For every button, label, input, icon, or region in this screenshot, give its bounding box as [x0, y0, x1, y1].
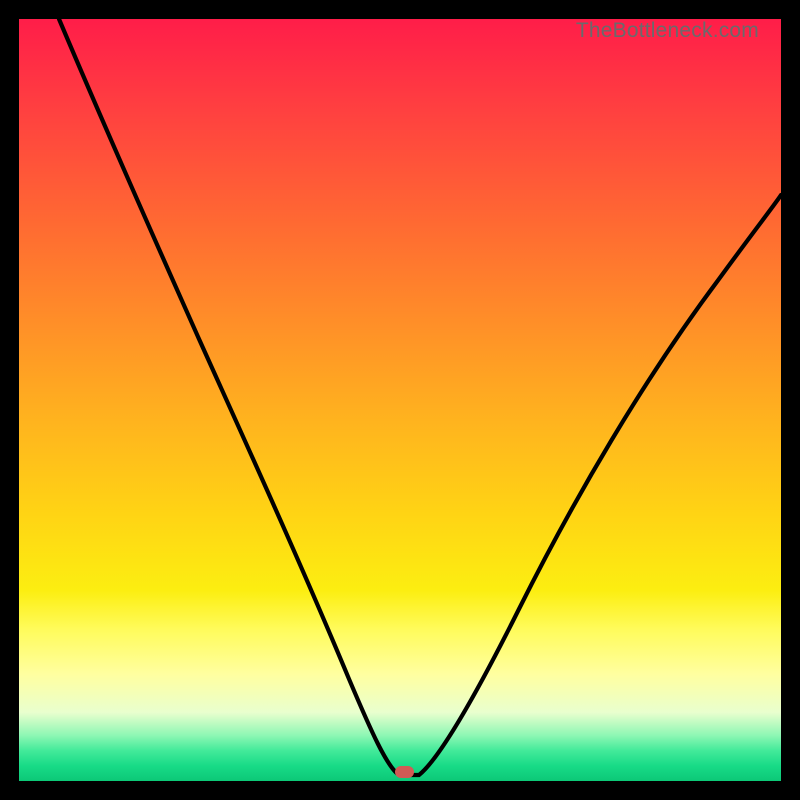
curve-path: [59, 19, 781, 775]
bottleneck-marker: [395, 766, 414, 778]
chart-plot-area: TheBottleneck.com: [19, 19, 781, 781]
chart-frame: TheBottleneck.com: [0, 0, 800, 800]
bottleneck-curve: [19, 19, 781, 781]
